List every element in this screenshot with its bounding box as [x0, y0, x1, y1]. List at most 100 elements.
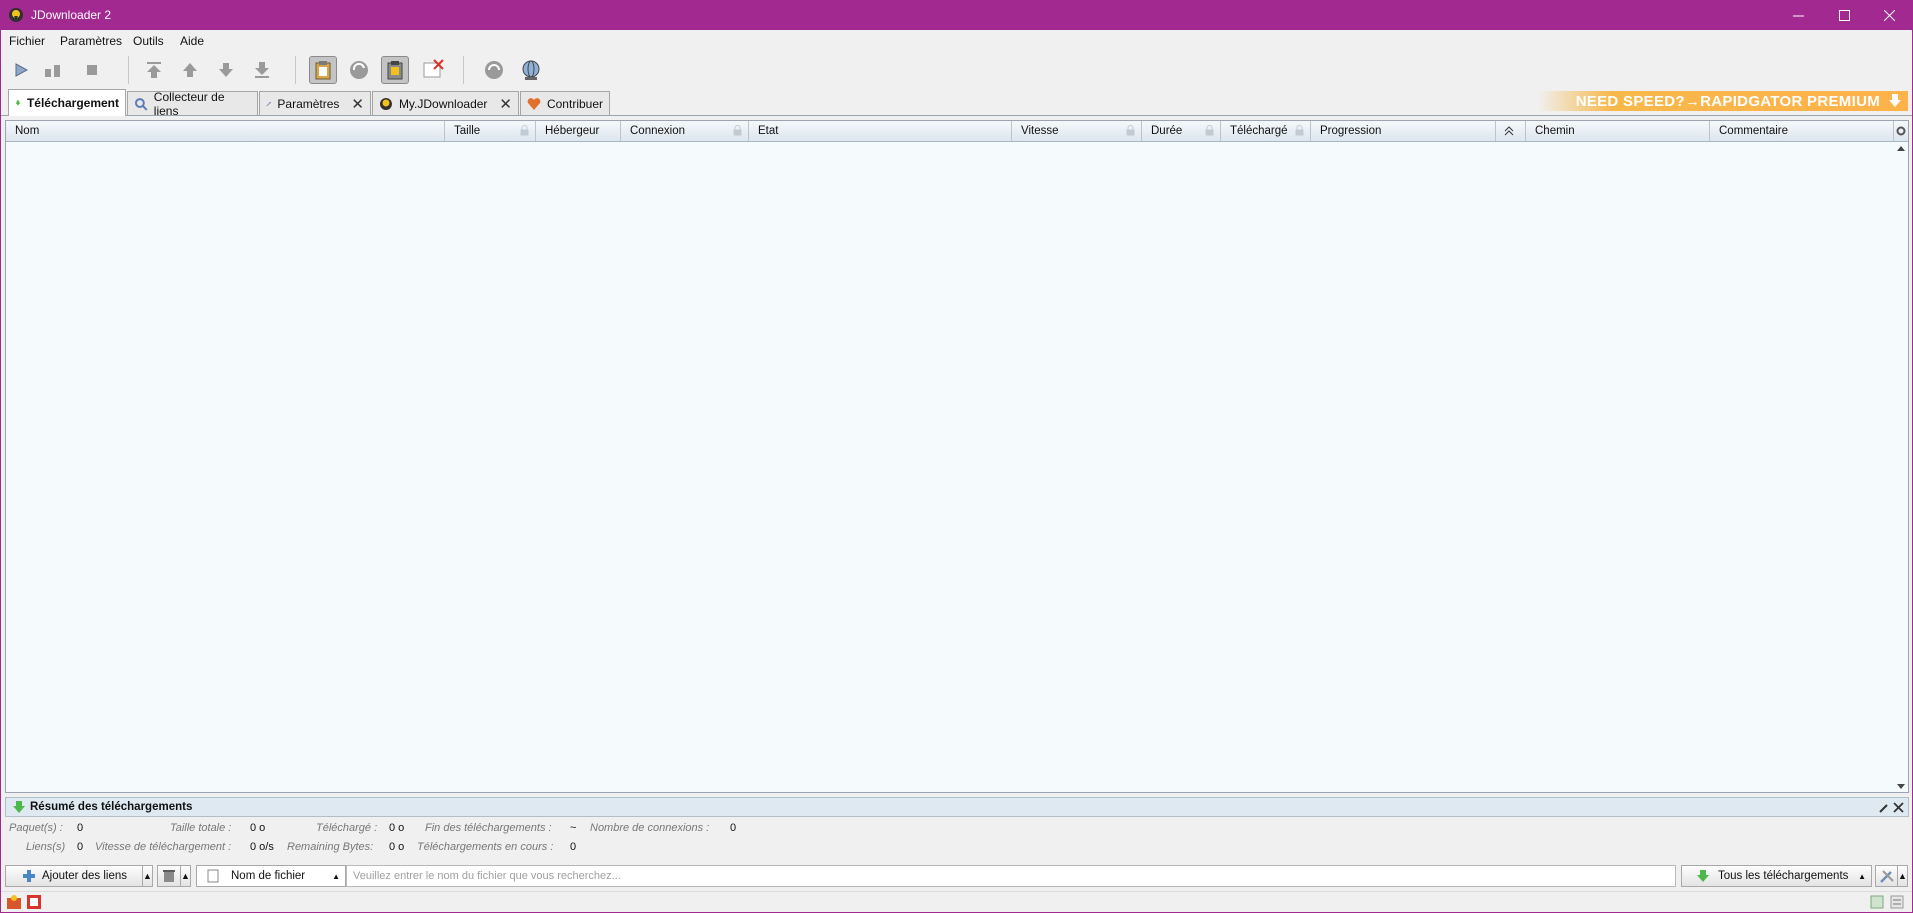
app-window: JDownloader 2 Fichier Paramètres Outils …	[1, 0, 1912, 912]
chevron-up-icon: ▲	[1858, 871, 1866, 881]
column-settings-button[interactable]	[1894, 121, 1908, 141]
chevron-up-icon: ▲	[332, 871, 340, 881]
silent-mode-icon	[423, 59, 444, 78]
toolbar	[1, 52, 1912, 88]
minimize-button[interactable]	[1775, 0, 1821, 30]
close-window-button[interactable]	[1866, 0, 1912, 30]
column-chemin[interactable]: Chemin	[1526, 121, 1710, 141]
close-tab-icon[interactable]: ✕	[499, 95, 512, 113]
list-status-icon[interactable]	[1890, 895, 1904, 909]
download-summary-header: Résumé des téléchargements	[5, 797, 1909, 817]
menu-aide[interactable]: Aide	[180, 34, 204, 48]
summary-label: Vitesse de téléchargement :	[95, 841, 232, 853]
reconnect-icon	[350, 61, 368, 79]
move-down-icon	[219, 63, 233, 77]
clipboard-status-icon[interactable]	[1870, 895, 1884, 909]
update-button[interactable]	[517, 56, 545, 84]
lock-icon	[1205, 125, 1214, 136]
close-icon[interactable]	[1893, 802, 1904, 813]
move-down-button[interactable]	[212, 56, 240, 84]
vertical-scrollbar[interactable]	[1894, 141, 1908, 792]
move-to-top-icon	[147, 62, 161, 78]
summary-value: 0	[77, 822, 84, 834]
maximize-button[interactable]	[1821, 0, 1867, 30]
column-connexion[interactable]: Connexion	[621, 121, 749, 141]
scroll-up-icon[interactable]	[1894, 143, 1908, 153]
close-tab-icon[interactable]: ✕	[351, 95, 364, 113]
add-links-dropdown[interactable]: ▲	[142, 865, 153, 887]
summary-value: 0	[570, 841, 577, 853]
add-links-icon	[23, 870, 35, 882]
rapidgator-promo-banner[interactable]: NEED SPEED?→RAPIDGATOR PREMIUM	[1538, 91, 1908, 111]
tab-telechargement[interactable]: Téléchargement	[8, 89, 126, 116]
lock-icon	[733, 125, 742, 136]
column-etat[interactable]: Etat	[749, 121, 1012, 141]
summary-label: Téléchargements en cours :	[417, 841, 554, 853]
maximize-icon	[1838, 9, 1850, 21]
summary-label: Paquet(s) :	[9, 822, 63, 834]
download-arrow-icon	[1697, 870, 1709, 882]
column-hebergeur[interactable]: Hébergeur	[536, 121, 621, 141]
column-commentaire[interactable]: Commentaire	[1710, 121, 1894, 141]
download-promo-icon	[1889, 94, 1901, 107]
column-telecharge[interactable]: Téléchargé	[1221, 121, 1311, 141]
tab-label: My.JDownloader	[398, 96, 488, 111]
move-bottom-button[interactable]	[248, 56, 276, 84]
pause-downloads-button[interactable]	[39, 56, 67, 84]
download-arrow-icon	[13, 801, 25, 813]
tab-myjdownloader[interactable]: My.JDownloader ✕	[372, 91, 519, 115]
scroll-down-icon[interactable]	[1894, 782, 1908, 792]
download-filter-selector[interactable]: Tous les téléchargements ▲	[1681, 865, 1872, 887]
search-field-selector[interactable]: Nom de fichier ▲	[196, 865, 346, 887]
trash-icon	[163, 870, 175, 882]
premium-toggle[interactable]	[381, 56, 409, 84]
add-links-button[interactable]: Ajouter des liens	[5, 865, 143, 887]
download-arrow-icon	[15, 100, 21, 106]
summary-label: Liens(s)	[26, 841, 66, 853]
column-nom[interactable]: Nom	[6, 121, 445, 141]
column-priority[interactable]	[1496, 121, 1526, 141]
tab-label: Téléchargement	[26, 96, 119, 110]
clipboard-monitor-toggle[interactable]	[309, 56, 337, 84]
pause-icon	[45, 65, 60, 77]
clear-list-dropdown[interactable]: ▲	[180, 865, 191, 887]
tab-collecteur-de-liens[interactable]: Collecteur de liens	[127, 90, 258, 118]
close-icon	[1883, 9, 1895, 21]
extension-icon[interactable]	[6, 894, 22, 910]
column-duree[interactable]: Durée	[1142, 121, 1221, 141]
summary-label: Téléchargé :	[316, 822, 378, 834]
summary-value: 0 o	[389, 822, 405, 834]
move-to-bottom-icon	[255, 62, 269, 78]
premium-status-icon[interactable]	[26, 894, 42, 910]
column-vitesse[interactable]: Vitesse	[1012, 121, 1142, 141]
clear-list-button[interactable]	[157, 865, 181, 887]
reconnect-now-button[interactable]	[480, 56, 508, 84]
myjd-icon	[379, 97, 392, 110]
tab-contribuer[interactable]: Contribuer	[520, 91, 610, 115]
move-up-icon	[183, 63, 197, 77]
linkgrabber-icon	[134, 97, 148, 111]
column-taille[interactable]: Taille	[445, 121, 536, 141]
download-table[interactable]: Nom Taille Hébergeur Connexion Etat Vite…	[5, 120, 1909, 793]
wrench-icon[interactable]	[1878, 802, 1890, 814]
tab-parametres[interactable]: Paramètres ✕	[259, 91, 371, 115]
lock-icon	[520, 125, 529, 136]
start-downloads-button[interactable]	[7, 56, 35, 84]
summary-label: Fin des téléchargements :	[425, 822, 552, 834]
move-top-button[interactable]	[140, 56, 168, 84]
search-input[interactable]	[346, 865, 1676, 887]
table-header: Nom Taille Hébergeur Connexion Etat Vite…	[6, 121, 1908, 142]
toolbar-separator	[128, 56, 129, 84]
menu-parametres[interactable]: Paramètres	[60, 34, 122, 48]
premium-clipboard-icon	[387, 61, 403, 80]
summary-value: 0 o	[250, 822, 266, 834]
silent-mode-button[interactable]	[419, 56, 447, 84]
auto-reconnect-button[interactable]	[345, 56, 373, 84]
menu-fichier[interactable]: Fichier	[9, 34, 45, 48]
move-up-button[interactable]	[176, 56, 204, 84]
bottom-settings-button[interactable]	[1875, 865, 1898, 887]
settings-dropdown[interactable]: ▲	[1897, 865, 1908, 887]
column-progression[interactable]: Progression	[1311, 121, 1496, 141]
stop-downloads-button[interactable]	[78, 56, 106, 84]
menu-outils[interactable]: Outils	[133, 34, 164, 48]
